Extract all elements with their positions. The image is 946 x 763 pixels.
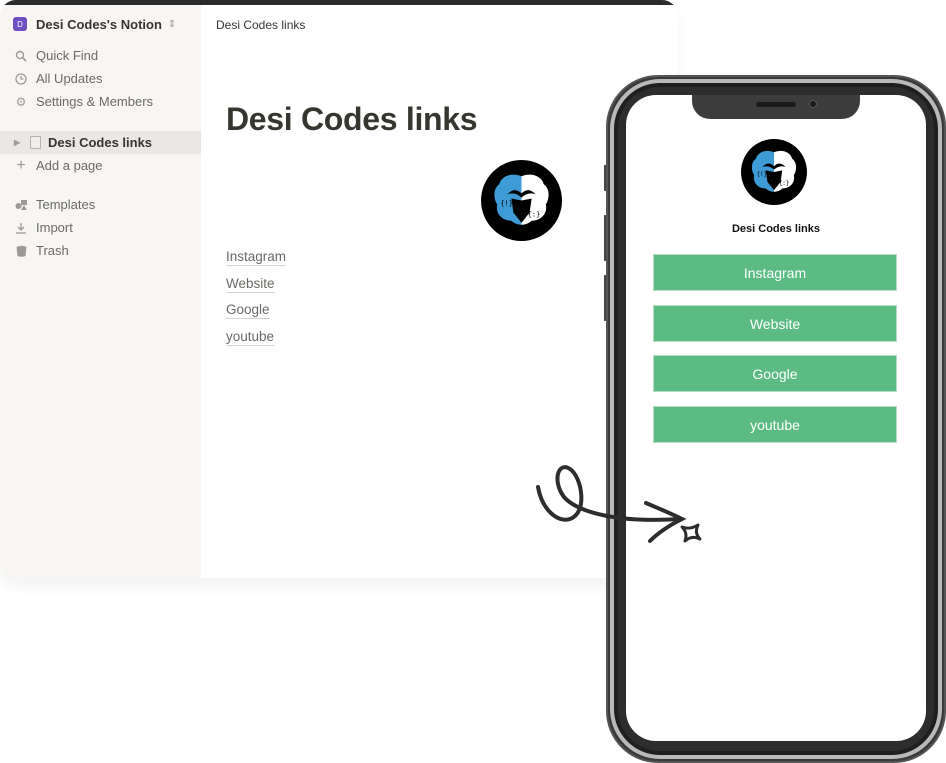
sidebar-item-import[interactable]: Import — [0, 216, 201, 239]
link-list: Instagram Website Google youtube — [226, 248, 287, 355]
add-page-label: Add a page — [36, 158, 103, 173]
link-label: youtube — [226, 329, 275, 347]
sidebar-item-label: Quick Find — [36, 48, 99, 63]
link-label: Google — [226, 302, 270, 320]
link-instagram[interactable]: Instagram — [226, 248, 287, 275]
workspace-name: Desi Codes's Notion — [36, 16, 162, 32]
plus-icon: + — [16, 156, 26, 174]
svg-text:{:}: {:} — [528, 210, 541, 219]
svg-text:{!}: {!} — [757, 172, 767, 178]
page-icon — [30, 136, 41, 149]
phone-page-title: Desi Codes links — [731, 223, 821, 235]
search-icon — [14, 49, 28, 63]
link-google[interactable]: Google — [226, 301, 286, 328]
gear-icon: ⚙ — [15, 94, 27, 109]
trash-icon — [14, 244, 28, 258]
breadcrumb[interactable]: Desi Codes links — [216, 18, 305, 32]
svg-text:{:}: {:} — [779, 181, 789, 187]
phone-notch — [692, 95, 860, 119]
link-youtube[interactable]: youtube — [226, 328, 286, 355]
svg-text:{!}: {!} — [500, 199, 513, 208]
sidebar-page-desi-codes-links[interactable]: ▶ Desi Codes links — [0, 131, 201, 154]
sidebar: D Desi Codes's Notion ⇕ Quick Find All U… — [0, 0, 201, 578]
speaker-icon — [756, 102, 796, 107]
sidebar-item-label: Settings & Members — [36, 94, 154, 109]
sidebar-item-label: Import — [36, 220, 73, 235]
desi-codes-logo: {!} {:} — [481, 160, 562, 241]
sidebar-page-label: Desi Codes links — [48, 135, 153, 150]
curly-arrow-icon — [536, 465, 702, 543]
import-icon — [14, 221, 28, 235]
sidebar-item-all-updates[interactable]: All Updates — [0, 67, 201, 90]
phone-button-youtube[interactable]: youtube — [653, 406, 897, 443]
sidebar-item-templates[interactable]: Templates — [0, 193, 201, 216]
phone-mockup: {!} {:} Desi Codes links Instagram Websi… — [604, 75, 946, 763]
workspace-switcher[interactable]: D Desi Codes's Notion ⇕ — [0, 12, 201, 36]
phone-button-instagram[interactable]: Instagram — [653, 254, 897, 291]
clock-icon — [14, 72, 28, 86]
templates-icon — [14, 198, 28, 212]
sidebar-item-label: Trash — [36, 243, 69, 258]
link-label: Website — [226, 275, 275, 293]
workspace-avatar: D — [13, 17, 27, 31]
expand-triangle-icon[interactable]: ▶ — [14, 138, 24, 147]
phone-screen: {!} {:} Desi Codes links Instagram Websi… — [626, 95, 926, 741]
page-title[interactable]: Desi Codes links — [226, 101, 478, 138]
sidebar-item-trash[interactable]: Trash — [0, 239, 201, 262]
sidebar-item-label: All Updates — [36, 71, 103, 86]
link-website[interactable]: Website — [226, 275, 286, 302]
link-label: Instagram — [226, 249, 287, 266]
sidebar-item-quick-find[interactable]: Quick Find — [0, 44, 201, 67]
chevron-updown-icon: ⇕ — [167, 18, 177, 30]
add-page-button[interactable]: + Add a page — [0, 154, 201, 177]
phone-button-google[interactable]: Google — [653, 355, 897, 392]
camera-icon — [809, 100, 817, 108]
sidebar-item-label: Templates — [36, 197, 96, 212]
sidebar-item-settings[interactable]: ⚙ Settings & Members — [0, 90, 201, 113]
desi-codes-logo: {!} {:} — [741, 139, 807, 205]
phone-button-website[interactable]: Website — [653, 305, 897, 342]
